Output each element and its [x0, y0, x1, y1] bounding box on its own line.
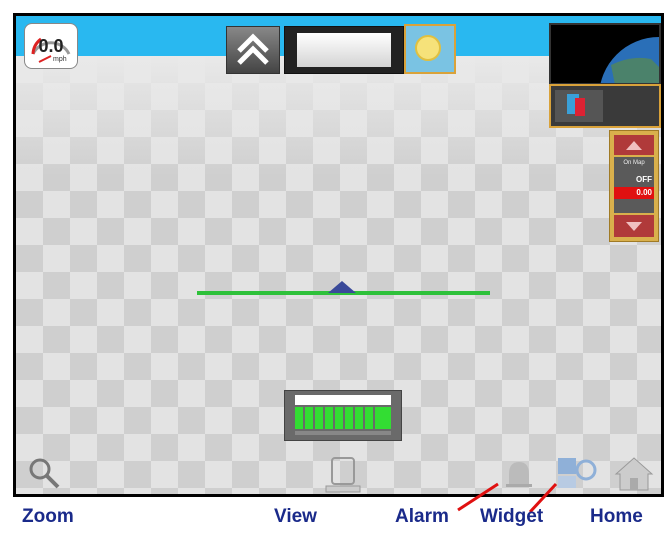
widget-label: Widget [480, 506, 544, 527]
home-label: Home [590, 506, 643, 527]
zoom-label: Zoom [22, 506, 74, 527]
callout-lines [457, 482, 558, 514]
alarm-label: Alarm [395, 506, 449, 527]
view-label: View [274, 506, 317, 527]
